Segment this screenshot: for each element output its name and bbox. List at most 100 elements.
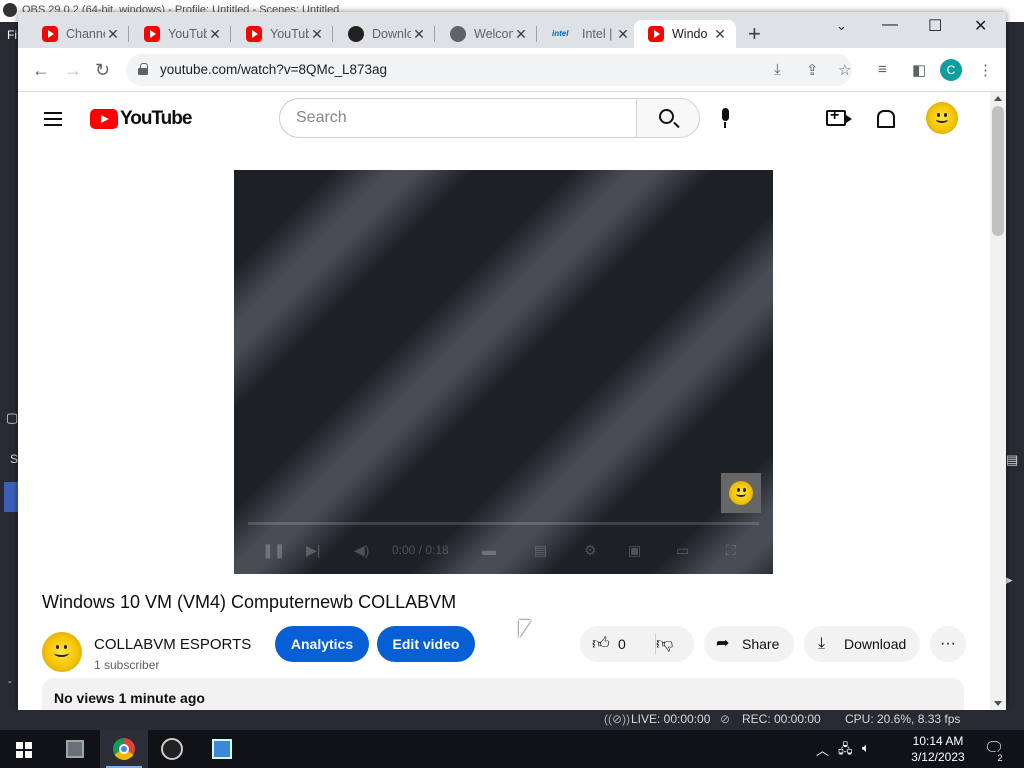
notification-count: 2 [994,752,1006,764]
theater-mode-icon[interactable]: ▭ [676,542,689,559]
youtube-wordmark: YouTube [120,108,192,129]
search-box[interactable] [279,98,637,138]
video-player[interactable]: ❚❚ ▶| ◀) 0:00 / 0:18 ▬ ▤ ⚙ ▣ ▭ ⛶ [234,170,773,574]
taskbar-chrome[interactable] [100,730,148,768]
system-clock[interactable]: 10:14 AM 3/12/2023 [908,733,968,765]
tray-chevron-up-icon[interactable]: ︿ [816,740,829,759]
channel-name[interactable]: COLLABVM ESPORTS [94,636,251,653]
notifications-bell-icon[interactable] [876,109,895,128]
fullscreen-icon[interactable]: ⛶ [726,542,736,559]
video-title: Windows 10 VM (VM4) Computernewb COLLABV… [42,592,457,612]
close-icon[interactable]: ✕ [309,26,325,43]
tab-download[interactable]: Download ✕ [334,20,435,48]
volume-icon[interactable]: ◀) [354,542,369,559]
download-button[interactable]: ⤓ Download [804,626,920,662]
obs-status-bar: ((⊘)) LIVE: 00:00:00 ⊘ REC: 00:00:00 CPU… [0,710,1024,730]
create-video-icon[interactable] [826,107,852,126]
subtitles-icon[interactable]: ▤ [534,542,547,559]
pause-icon[interactable]: ❚❚ [262,542,285,559]
window-close-icon[interactable]: ✕ [974,16,987,36]
search-input[interactable] [296,99,626,137]
clock-date: 3/12/2023 [911,750,965,764]
video-progress-bar[interactable] [248,522,759,525]
taskbar-file-explorer[interactable] [50,730,98,768]
chrome-icon [113,738,135,760]
description-box[interactable]: No views 1 minute ago [42,678,964,710]
maximize-icon[interactable]: ☐ [928,16,942,36]
mouse-cursor-icon [519,620,531,638]
side-panel-icon[interactable]: ◧ [912,61,926,79]
url-text[interactable]: youtube.com/watch?v=8QMc_L873ag [160,62,387,77]
close-icon[interactable]: ✕ [207,26,223,43]
close-icon[interactable]: ✕ [615,26,631,43]
youtube-logo[interactable]: YouTube [90,108,192,130]
tab-active-windows[interactable]: Windo ✕ [634,20,736,48]
media-control-icon[interactable]: ≡ [878,61,887,78]
like-thumb-icon[interactable]: 👍︎ [592,626,610,662]
share-page-icon[interactable]: ⇪ [806,61,819,79]
tab-label: Channel [66,27,105,41]
hamburger-menu-icon[interactable] [44,112,62,126]
tab-welcome[interactable]: Welcome ✕ [436,20,537,48]
obs-scene-selected[interactable] [4,482,18,512]
tab-search-icon[interactable]: ⌄ [836,18,847,34]
taskbar-obs[interactable] [148,730,196,768]
bookmark-star-icon[interactable]: ☆ [838,61,851,79]
menu-kebab-icon[interactable]: ⋮ [978,61,993,79]
close-icon[interactable]: ✕ [411,26,427,43]
film-app-icon [66,740,84,758]
tab-youtube-2[interactable]: YouTube ✕ [232,20,333,48]
next-icon[interactable]: ▶| [306,542,320,559]
forward-icon[interactable]: → [64,60,82,80]
page-scrollbar[interactable] [990,92,1006,710]
scroll-down-arrow-icon[interactable] [994,701,1002,706]
install-icon[interactable]: ⤓ [774,61,781,78]
tab-youtube-1[interactable]: YouTube ✕ [130,20,231,48]
tab-channel[interactable]: Channel ✕ [28,20,129,48]
dislike-thumb-icon[interactable]: 👎︎ [656,626,673,662]
lock-icon[interactable] [138,63,148,75]
settings-gear-icon[interactable]: ⚙ [584,542,597,559]
obs-dock-icon-2: ▸ [1006,572,1013,587]
more-actions-icon[interactable]: ··· [930,626,966,662]
channel-avatar[interactable] [42,632,82,672]
live-time: LIVE: 00:00:00 [631,712,711,726]
minimize-icon[interactable]: — [882,16,898,34]
youtube-icon [246,26,262,42]
windows-start-icon[interactable] [16,742,32,758]
like-dislike-group: 👍︎ 0 👎︎ [580,626,694,662]
channel-watermark[interactable] [721,473,761,513]
back-icon[interactable]: ← [32,60,50,80]
profile-avatar[interactable]: C [940,59,962,81]
youtube-page: YouTube Search + ❚❚ ▶| ◀) 0:00 / 0:18 ▬ … [18,92,990,710]
video-controls: ❚❚ ▶| ◀) 0:00 / 0:18 ▬ ▤ ⚙ ▣ ▭ ⛶ [234,530,773,570]
download-label: Download [844,636,907,652]
scroll-thumb[interactable] [992,106,1004,236]
address-bar[interactable]: youtube.com/watch?v=8QMc_L873ag ⤓ ⇪ ☆ [126,54,852,86]
volume-tray-icon[interactable]: 🔈︎ [862,740,870,756]
rec-icon: ⊘ [720,712,731,726]
share-button[interactable]: ➦ Share [704,626,794,662]
youtube-play-icon [90,109,118,129]
search-button[interactable] [636,98,700,138]
miniplayer-icon[interactable]: ▣ [628,542,641,559]
obs-menu-file[interactable]: Fi [0,22,18,50]
reload-icon[interactable]: ↻ [95,60,110,80]
network-icon[interactable]: 🖧︎ [838,740,853,762]
youtube-icon [144,26,160,42]
edit-video-button[interactable]: Edit video [377,626,475,662]
account-avatar[interactable] [926,102,958,134]
close-icon[interactable]: ✕ [105,26,121,43]
microphone-icon[interactable] [720,108,730,130]
scroll-up-arrow-icon[interactable] [994,96,1002,101]
tab-intel[interactable]: intel Intel | D ✕ [538,20,639,48]
taskbar-app[interactable] [198,730,246,768]
close-icon[interactable]: ✕ [712,26,728,43]
like-count[interactable]: 0 [618,626,626,662]
video-time: 0:00 / 0:18 [392,543,449,557]
autoplay-toggle-icon[interactable]: ▬ [482,542,496,558]
tab-label: YouTube [168,27,207,41]
close-icon[interactable]: ✕ [513,26,529,43]
new-tab-button[interactable]: + [748,23,761,45]
analytics-button[interactable]: Analytics [275,626,369,662]
